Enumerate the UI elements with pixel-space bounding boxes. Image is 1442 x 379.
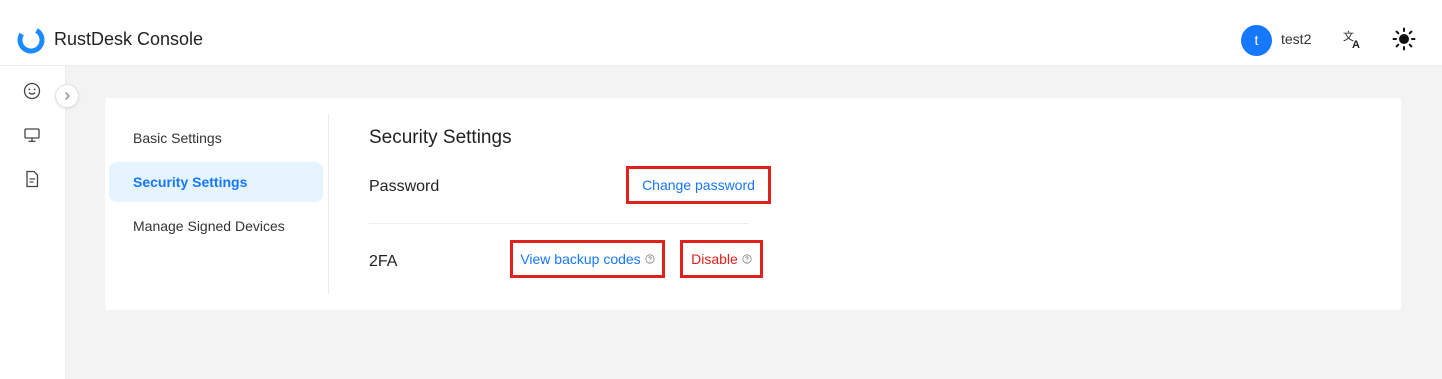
change-password-button[interactable]: Change password	[626, 166, 771, 204]
settings-menu: Basic Settings Security Settings Manage …	[105, 114, 329, 294]
question-circle-icon[interactable]	[742, 254, 752, 264]
svg-text:A: A	[1352, 39, 1360, 50]
menu-item-basic-settings[interactable]: Basic Settings	[109, 118, 323, 158]
smile-icon[interactable]	[22, 81, 42, 101]
menu-item-security-settings[interactable]: Security Settings	[109, 162, 323, 202]
menu-item-manage-signed-devices[interactable]: Manage Signed Devices	[109, 206, 323, 246]
change-password-label: Change password	[642, 177, 755, 193]
password-label: Password	[369, 178, 440, 195]
chevron-right-icon	[65, 92, 70, 100]
disable-2fa-button[interactable]: Disable	[680, 240, 763, 278]
top-header: RustDesk Console t test2 文 A	[0, 0, 1442, 66]
settings-card: Basic Settings Security Settings Manage …	[105, 98, 1401, 310]
divider	[369, 223, 749, 224]
desktop-icon[interactable]	[22, 125, 42, 145]
rustdesk-logo-icon[interactable]	[16, 25, 46, 55]
question-circle-icon[interactable]	[645, 254, 655, 264]
username[interactable]: test2	[1281, 31, 1311, 47]
section-title: Security Settings	[369, 127, 512, 148]
app-title[interactable]: RustDesk Console	[54, 29, 203, 50]
translate-icon[interactable]: 文 A	[1342, 28, 1364, 50]
collapse-sidebar-button[interactable]	[55, 84, 79, 108]
sun-icon[interactable]	[1392, 27, 1416, 51]
file-text-icon[interactable]	[22, 169, 42, 189]
2fa-label: 2FA	[369, 253, 398, 270]
view-backup-codes-label: View backup codes	[520, 251, 641, 267]
view-backup-codes-button[interactable]: View backup codes	[510, 240, 665, 278]
side-rail	[0, 66, 66, 379]
disable-2fa-label: Disable	[691, 251, 738, 267]
avatar[interactable]: t	[1241, 25, 1272, 56]
